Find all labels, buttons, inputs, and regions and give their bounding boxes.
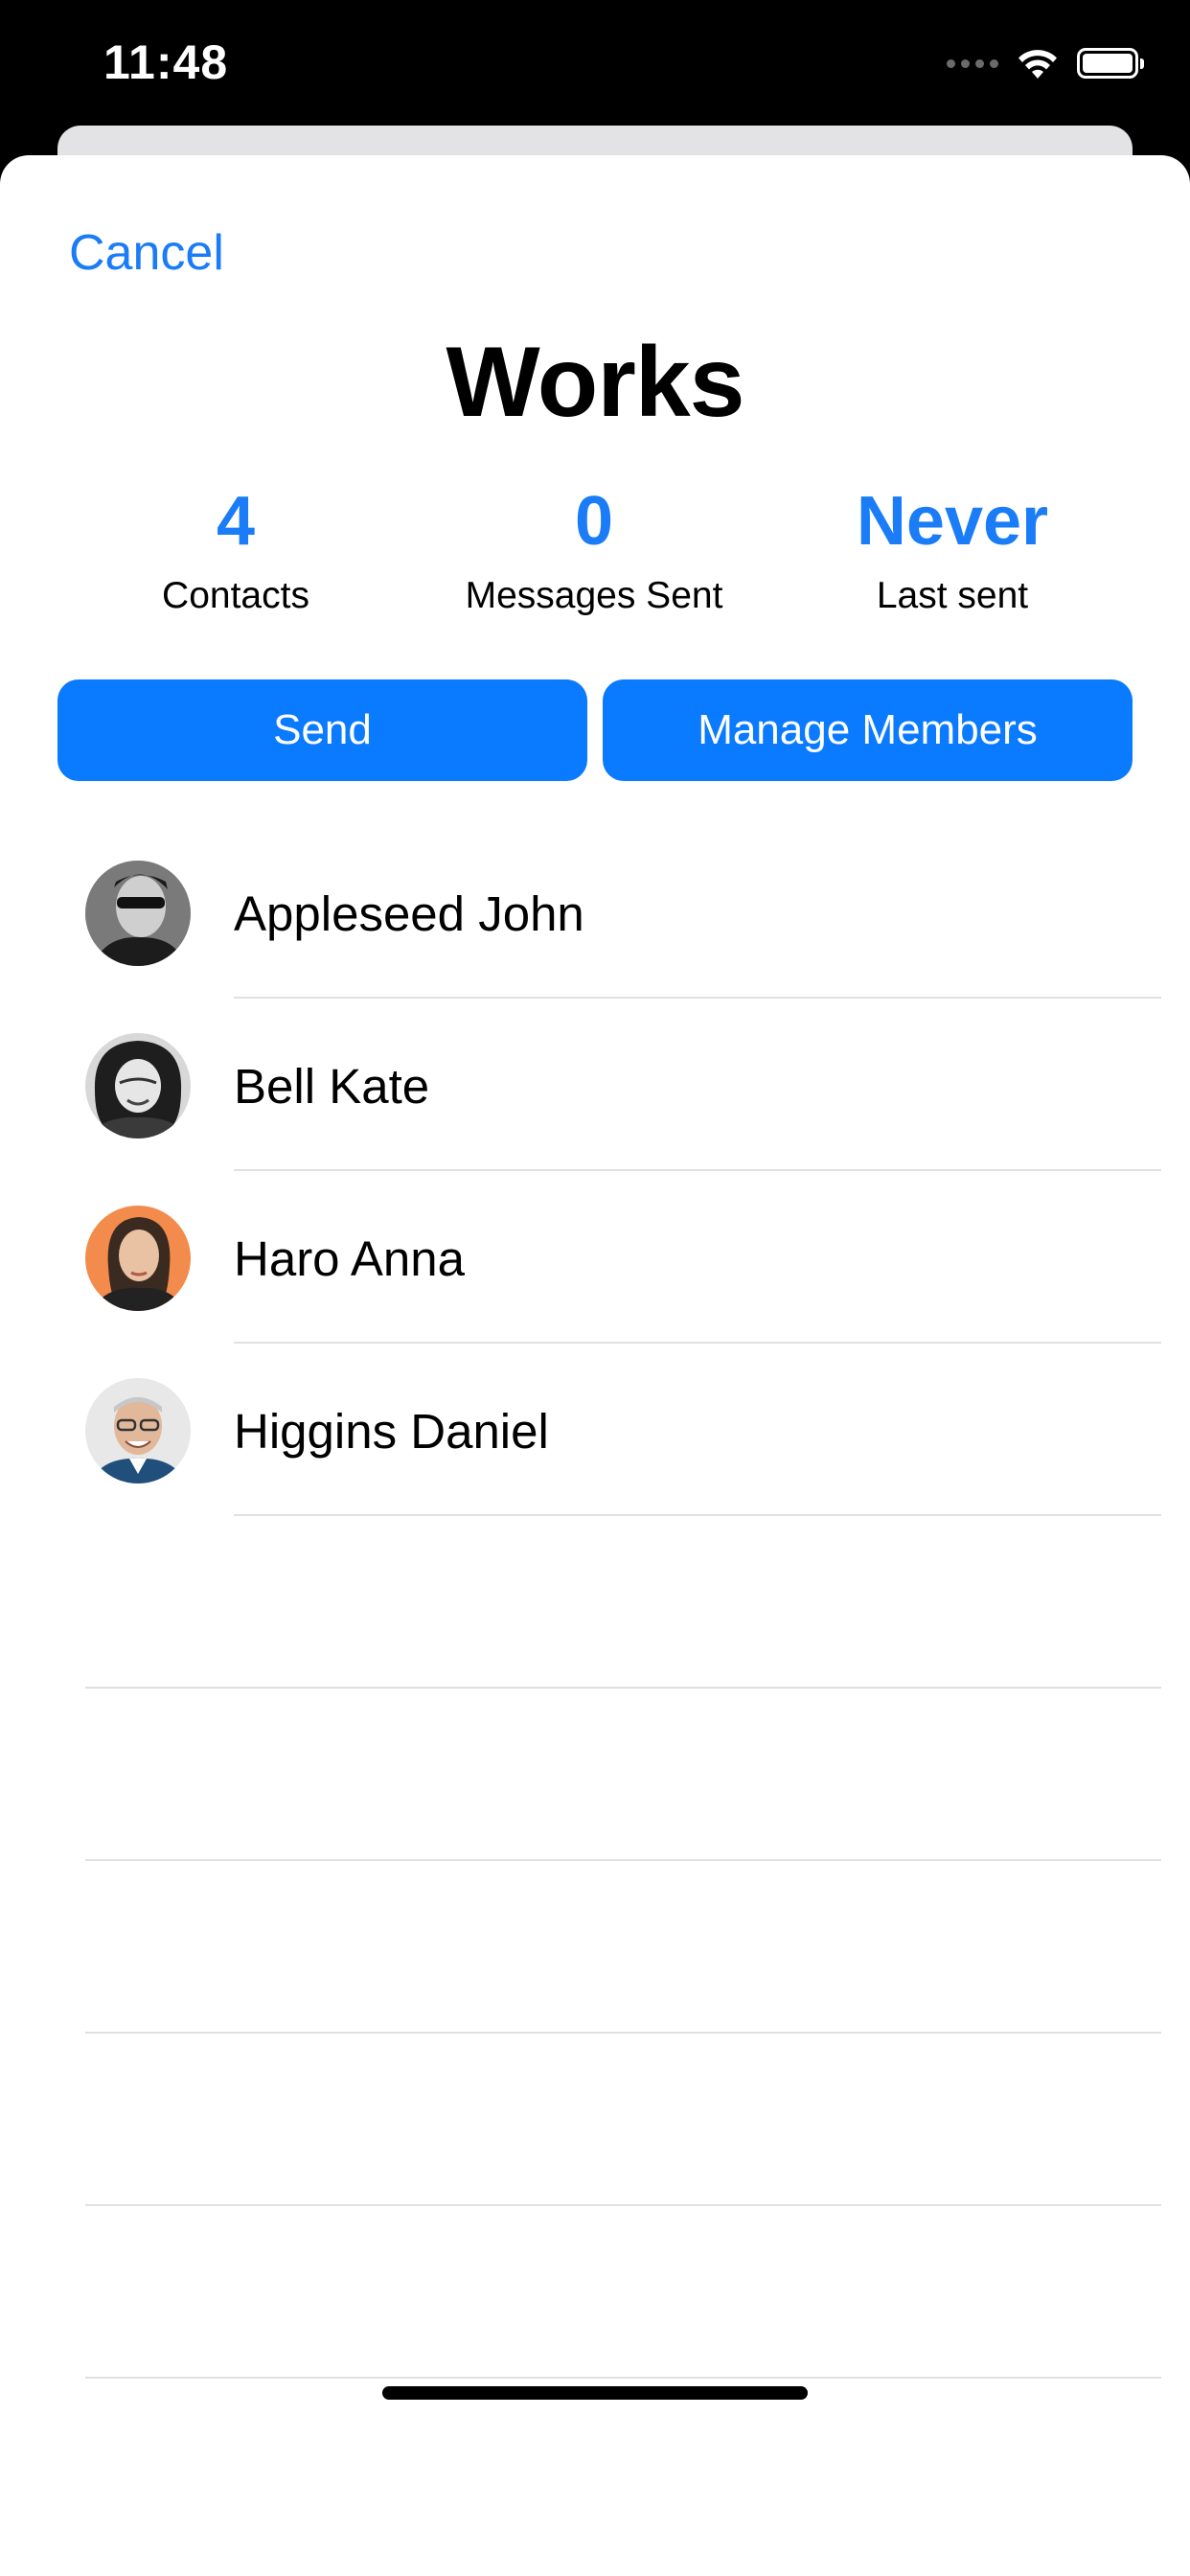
status-time: 11:48 xyxy=(103,35,229,89)
stat-value: 4 xyxy=(216,483,256,560)
member-name: Bell Kate xyxy=(234,1059,430,1114)
member-name: Appleseed John xyxy=(234,886,584,941)
empty-row xyxy=(0,1689,1190,1861)
wifi-icon xyxy=(1018,50,1057,79)
list-item[interactable]: Haro Anna xyxy=(0,1171,1190,1344)
list-item[interactable]: Higgins Daniel xyxy=(0,1344,1190,1516)
avatar xyxy=(85,861,191,966)
send-button[interactable]: Send xyxy=(57,679,587,781)
status-icons xyxy=(947,42,1144,84)
member-name: Haro Anna xyxy=(234,1231,466,1286)
stat-value: 0 xyxy=(574,483,614,560)
empty-row xyxy=(0,2034,1190,2206)
list-item[interactable]: Appleseed John xyxy=(0,826,1190,999)
battery-icon xyxy=(1077,48,1144,79)
stat-label: Contacts xyxy=(162,575,309,616)
avatar xyxy=(85,1378,191,1484)
home-indicator[interactable] xyxy=(382,2386,808,2400)
empty-row xyxy=(0,2206,1190,2379)
member-name: Higgins Daniel xyxy=(234,1404,549,1459)
cancel-button[interactable]: Cancel xyxy=(69,224,224,282)
avatar xyxy=(85,1033,191,1138)
stat-last-sent: Never Last sent xyxy=(761,481,1144,617)
signal-dots-icon xyxy=(947,58,998,68)
stat-value: Never xyxy=(856,483,1049,560)
action-buttons: Send Manage Members xyxy=(57,679,1133,781)
stat-contacts: 4 Contacts xyxy=(44,481,427,617)
status-bar: 11:48 xyxy=(0,0,1190,134)
avatar xyxy=(85,1206,191,1311)
stat-label: Last sent xyxy=(876,575,1029,616)
stat-messages-sent: 0 Messages Sent xyxy=(402,481,786,617)
manage-members-button[interactable]: Manage Members xyxy=(603,679,1133,781)
list-item[interactable]: Bell Kate xyxy=(0,999,1190,1171)
empty-row xyxy=(0,1516,1190,1689)
member-list: Appleseed John Bell Kate Haro Anna Higgi… xyxy=(0,826,1190,2379)
divider xyxy=(85,2377,1161,2379)
page-title: Works xyxy=(446,327,745,438)
empty-row xyxy=(0,1861,1190,2034)
stat-label: Messages Sent xyxy=(465,575,723,616)
stats-row: 4 Contacts 0 Messages Sent Never Last se… xyxy=(0,481,1190,644)
group-detail-sheet: Cancel Works 4 Contacts 0 Messages Sent … xyxy=(0,155,1190,2576)
